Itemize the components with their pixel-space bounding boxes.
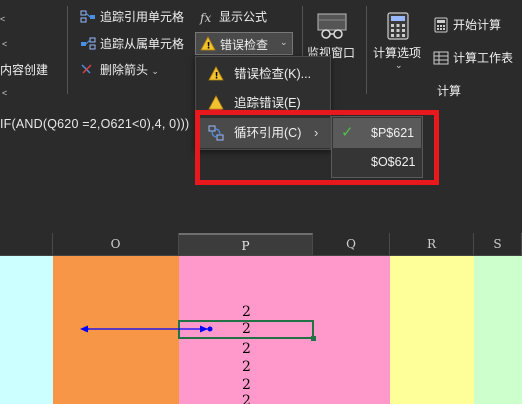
menu-item-error-checking[interactable]: ! 错误检查(K)... [196,59,330,89]
fill-handle[interactable] [311,336,316,341]
svg-text:fx: fx [199,11,211,25]
column-header-o[interactable]: O [53,233,179,255]
circular-references-submenu: ✓ $P$621 $O$621 [331,116,423,178]
show-formulas-button[interactable]: 显示公式 [219,9,267,25]
chevron-right-icon: › [314,125,319,140]
ribbon-partial-chevron-3[interactable]: < [2,84,7,101]
ribbon-partial-chevron-1[interactable]: < [0,10,5,27]
ribbon-partial-content-create[interactable]: 内容创建 [0,62,48,78]
cell-value: 2 [242,393,251,404]
warning-icon: ! [208,66,224,82]
chevron-down-icon: ⌄ [151,66,159,76]
column-header-n[interactable] [0,233,53,255]
trace-precedents-icon [80,10,95,23]
column-n-cells[interactable] [0,256,53,404]
calc-options-label: 计算选项 [373,46,422,60]
cell-value: 2 [242,377,251,393]
column-header-r[interactable]: R [390,233,474,255]
column-header-p[interactable]: P [179,233,313,255]
error-checking-button[interactable]: ! 错误检查 ⌄ [195,32,293,55]
watch-window-icon [317,13,347,39]
column-q-cells[interactable] [313,256,390,404]
calc-options-button[interactable]: 计算选项 ⌄ [370,8,428,78]
menu-item-label: 追踪错误(E) [234,96,301,110]
calculate-now-button[interactable]: 开始计算 [453,17,501,33]
cell-value: 2 [242,341,251,357]
menu-item-label: 错误检查(K)... [234,67,312,81]
calculate-sheet-button[interactable]: 计算工作表 [453,50,513,66]
trace-dependents-icon [81,37,96,50]
remove-arrows-icon [81,64,92,74]
circular-ref-label: $P$621 [371,126,415,140]
circular-ref-item[interactable]: ✓ $P$621 [333,118,421,148]
error-checking-label: 错误检查 [220,38,269,52]
trace-precedents-button[interactable]: 追踪引用单元格 [100,9,184,25]
column-header-q[interactable]: Q [313,233,390,255]
calc-group-label: 计算 [437,84,462,98]
trace-arrow [80,325,213,333]
checkmark-icon: ✓ [341,124,354,141]
calculate-now-icon [434,17,448,33]
menu-item-label: 循环引用(C) [234,126,302,140]
menu-item-circular-references[interactable]: 循环引用(C) › [196,118,330,148]
cell-value: 2 [242,359,251,375]
svg-text:!: ! [207,42,211,52]
show-formulas-icon: fx [199,11,211,25]
chevron-down-icon: ⌄ [280,37,288,47]
circular-reference-icon [208,125,224,141]
menu-item-trace-error[interactable]: 追踪错误(E) [196,88,330,118]
svg-text:!: ! [215,72,219,82]
calculate-sheet-icon [433,51,449,65]
chevron-down-icon: ⌄ [395,60,403,70]
calculator-icon [387,12,409,40]
ribbon-partial-chevron-2[interactable]: < [2,35,7,52]
column-s-cells[interactable] [474,256,522,404]
formula-text[interactable]: IF(AND(Q620 =2,O621<0),4, 0))) [0,117,189,131]
remove-arrows-button[interactable]: 删除箭头 ⌄ [100,62,159,79]
warning-icon: ! [200,36,216,52]
error-checking-menu: ! 错误检查(K)... 追踪错误(E) 循环引用(C) › [195,56,331,150]
remove-arrows-label: 删除箭头 [100,63,149,77]
column-header-s[interactable]: S [474,233,522,255]
circular-ref-item[interactable]: $O$621 [333,147,421,177]
cell-value: 2 [242,304,251,320]
column-r-cells[interactable] [390,256,474,404]
circular-ref-label: $O$621 [371,155,416,169]
trace-dependents-button[interactable]: 追踪从属单元格 [100,36,184,52]
trace-error-icon [208,95,224,111]
